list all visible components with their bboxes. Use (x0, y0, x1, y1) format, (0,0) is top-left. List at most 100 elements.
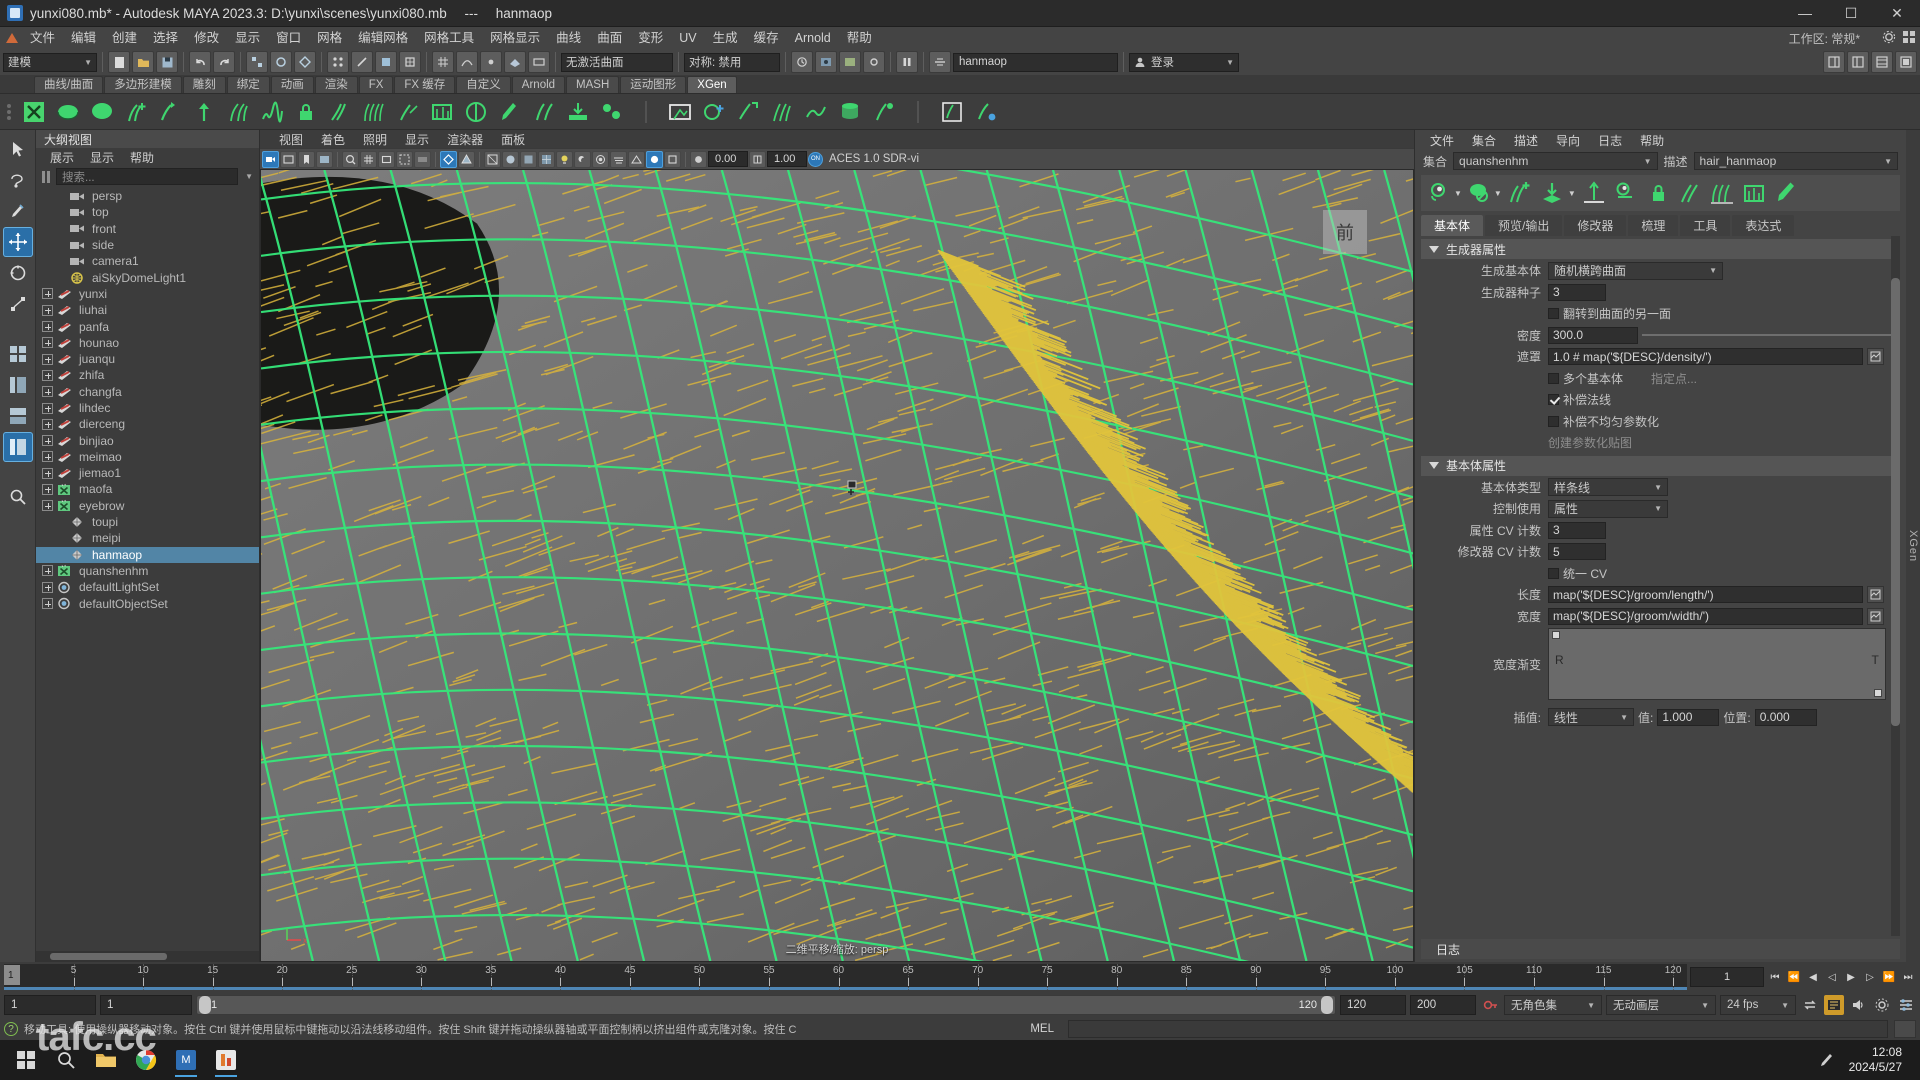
login-selector[interactable]: 登录 ▼ (1129, 52, 1239, 72)
shade-hw-texture-icon[interactable] (538, 150, 555, 168)
start-icon[interactable] (8, 1042, 44, 1078)
width-map-button[interactable] (1867, 607, 1885, 625)
xgen-description-selector[interactable]: hair_hanmaop ▼ (1693, 152, 1898, 170)
shelf-add-guide-icon[interactable] (119, 95, 152, 128)
density-slider[interactable] (1642, 329, 1900, 341)
expand-toggle-icon[interactable] (42, 418, 53, 430)
xgen-guide-anim-icon[interactable] (1579, 178, 1609, 208)
xgen-section-log[interactable]: 日志 (1421, 939, 1900, 959)
xgen-tab-expressions[interactable]: 表达式 (1732, 215, 1795, 236)
snap-point-icon[interactable] (480, 51, 502, 73)
outliner-item-defaultLightSet[interactable]: defaultLightSet (36, 579, 259, 595)
xgen-side-tab[interactable]: XGen (1907, 530, 1919, 562)
menu-mesh-display[interactable]: 网格显示 (482, 27, 548, 49)
expand-toggle-icon[interactable] (42, 451, 53, 463)
xgen-menu-file[interactable]: 文件 (1421, 132, 1463, 149)
snap-curve-icon[interactable] (456, 51, 478, 73)
outliner-item-lihdec[interactable]: lihdec (36, 400, 259, 416)
shelf-paint-icon[interactable] (493, 95, 526, 128)
xgen-section-primitive[interactable]: 基本体属性 (1421, 455, 1900, 476)
xgen-collection-selector[interactable]: quanshenhm ▼ (1453, 152, 1658, 170)
shelf-grooming-brush-icon[interactable] (323, 95, 356, 128)
go-to-end-icon[interactable]: ⏭ (1900, 967, 1916, 987)
redo-button[interactable] (213, 51, 235, 73)
shelf-lock-icon[interactable] (289, 95, 322, 128)
tool-settings-toggle[interactable] (1847, 51, 1869, 73)
open-scene-button[interactable] (132, 51, 154, 73)
component-edge-icon[interactable] (351, 51, 373, 73)
outliner-tree[interactable]: persp top front side camera1 aiSkyDomeLight1 y… (36, 186, 259, 951)
new-scene-button[interactable] (108, 51, 130, 73)
mask-expression-input[interactable]: 1.0 # map('${DESC}/density/') (1548, 348, 1864, 365)
density-input[interactable]: 300.0 (1548, 326, 1638, 344)
shelf-collection-icon[interactable] (765, 95, 798, 128)
minimize-button[interactable]: — (1782, 0, 1828, 27)
playback-pause-icon[interactable] (896, 51, 918, 73)
generator-seed-input[interactable]: 3 (1548, 283, 1606, 301)
symmetry-selector[interactable]: 对称: 禁用 (684, 52, 780, 72)
component-face-icon[interactable] (375, 51, 397, 73)
xgen-density-brush-icon[interactable] (1707, 178, 1737, 208)
viewport-menu-renderer[interactable]: 渲染器 (438, 131, 492, 148)
exposure-value[interactable]: 0.00 (708, 151, 748, 167)
shelf-groom-convert-icon[interactable] (969, 95, 1002, 128)
viewport-menu-show[interactable]: 显示 (396, 131, 438, 148)
outliner-item-juanqu[interactable]: juanqu (36, 351, 259, 367)
shelf-tab-xgen[interactable]: XGen (687, 76, 737, 93)
rotate-tool[interactable] (3, 258, 33, 288)
assign-dots-label[interactable]: 指定点... (1651, 370, 1697, 387)
anim-end-field-1[interactable]: 120 (1340, 995, 1406, 1015)
shelf-mask-icon[interactable] (459, 95, 492, 128)
current-frame-field[interactable]: 1 (1690, 967, 1764, 987)
shelf-cut-icon[interactable] (391, 95, 424, 128)
shelf-tab-polymodeling[interactable]: 多边形建模 (104, 76, 182, 93)
xgen-vertical-scrollbar[interactable] (1891, 236, 1900, 936)
xgen-menu-guide[interactable]: 导向 (1547, 132, 1589, 149)
step-back-key-icon[interactable]: ⏪ (1786, 967, 1802, 987)
camera-attributes-icon[interactable] (280, 150, 297, 168)
select-by-object-icon[interactable] (270, 51, 292, 73)
shelf-region-icon[interactable] (425, 95, 458, 128)
shelf-tab-custom[interactable]: 自定义 (456, 76, 511, 93)
shelf-guide-tool-icon[interactable] (153, 95, 186, 128)
outliner-item-persp[interactable]: persp (36, 188, 259, 204)
viewport-menu-shading[interactable]: 着色 (312, 131, 354, 148)
outliner-horizontal-scrollbar[interactable] (36, 951, 259, 962)
time-slider-track[interactable]: 1 5 10 15 20 25 30 35 40 45 50 55 60 65 70 75 80 85 90 95 1… (4, 964, 1687, 990)
workspace-label[interactable]: 工作区: 常规* (1789, 30, 1860, 47)
menu-file[interactable]: 文件 (22, 27, 63, 49)
layout-outliner-viewport-icon[interactable] (2, 432, 33, 462)
chrome-icon[interactable] (128, 1042, 164, 1078)
xgen-tab-utilities[interactable]: 工具 (1680, 215, 1731, 236)
outliner-item-meimao[interactable]: meimao (36, 449, 259, 465)
shelf-xgen-editor-icon[interactable] (17, 95, 50, 128)
xray-toggle-icon[interactable] (440, 150, 457, 168)
xgen-paint-map-icon[interactable] (1771, 178, 1801, 208)
scale-tool[interactable] (3, 289, 33, 319)
ramp-position-input[interactable]: 0.000 (1754, 708, 1817, 726)
outliner-item-maofa[interactable]: maofa (36, 481, 259, 497)
shelf-export-icon[interactable] (561, 95, 594, 128)
preferences-icon[interactable] (1896, 995, 1916, 1015)
expand-toggle-icon[interactable] (42, 369, 53, 381)
anim-layer-selector[interactable]: 无动画层 ▼ (1606, 995, 1716, 1015)
home-icon[interactable] (2, 27, 22, 49)
outliner-item-aiSkyDomeLight1[interactable]: aiSkyDomeLight1 (36, 269, 259, 285)
outliner-item-hounao[interactable]: hounao (36, 335, 259, 351)
menu-surfaces[interactable]: 曲面 (589, 27, 630, 49)
menu-mesh-tools[interactable]: 网格工具 (416, 27, 482, 49)
ramp-marker-left[interactable] (1552, 630, 1560, 639)
shelf-disc-icon[interactable] (85, 95, 118, 128)
expand-toggle-icon[interactable] (42, 304, 53, 316)
shelf-anim-wires-icon[interactable] (799, 95, 832, 128)
range-start-field[interactable]: 1 (4, 995, 96, 1015)
outliner-item-binjiao[interactable]: binjiao (36, 432, 259, 448)
film-gate-icon[interactable] (378, 150, 395, 168)
mod-cv-count-input[interactable]: 5 (1548, 543, 1606, 560)
audio-mute-icon[interactable] (1848, 995, 1868, 1015)
go-to-start-icon[interactable]: ⏮ (1767, 967, 1783, 987)
expand-toggle-icon[interactable] (42, 483, 53, 495)
xgen-place-guide-icon[interactable]: ▼ (1537, 178, 1577, 208)
xgen-clump-guides-icon[interactable] (1611, 178, 1641, 208)
xgen-menu-help[interactable]: 帮助 (1631, 132, 1673, 149)
